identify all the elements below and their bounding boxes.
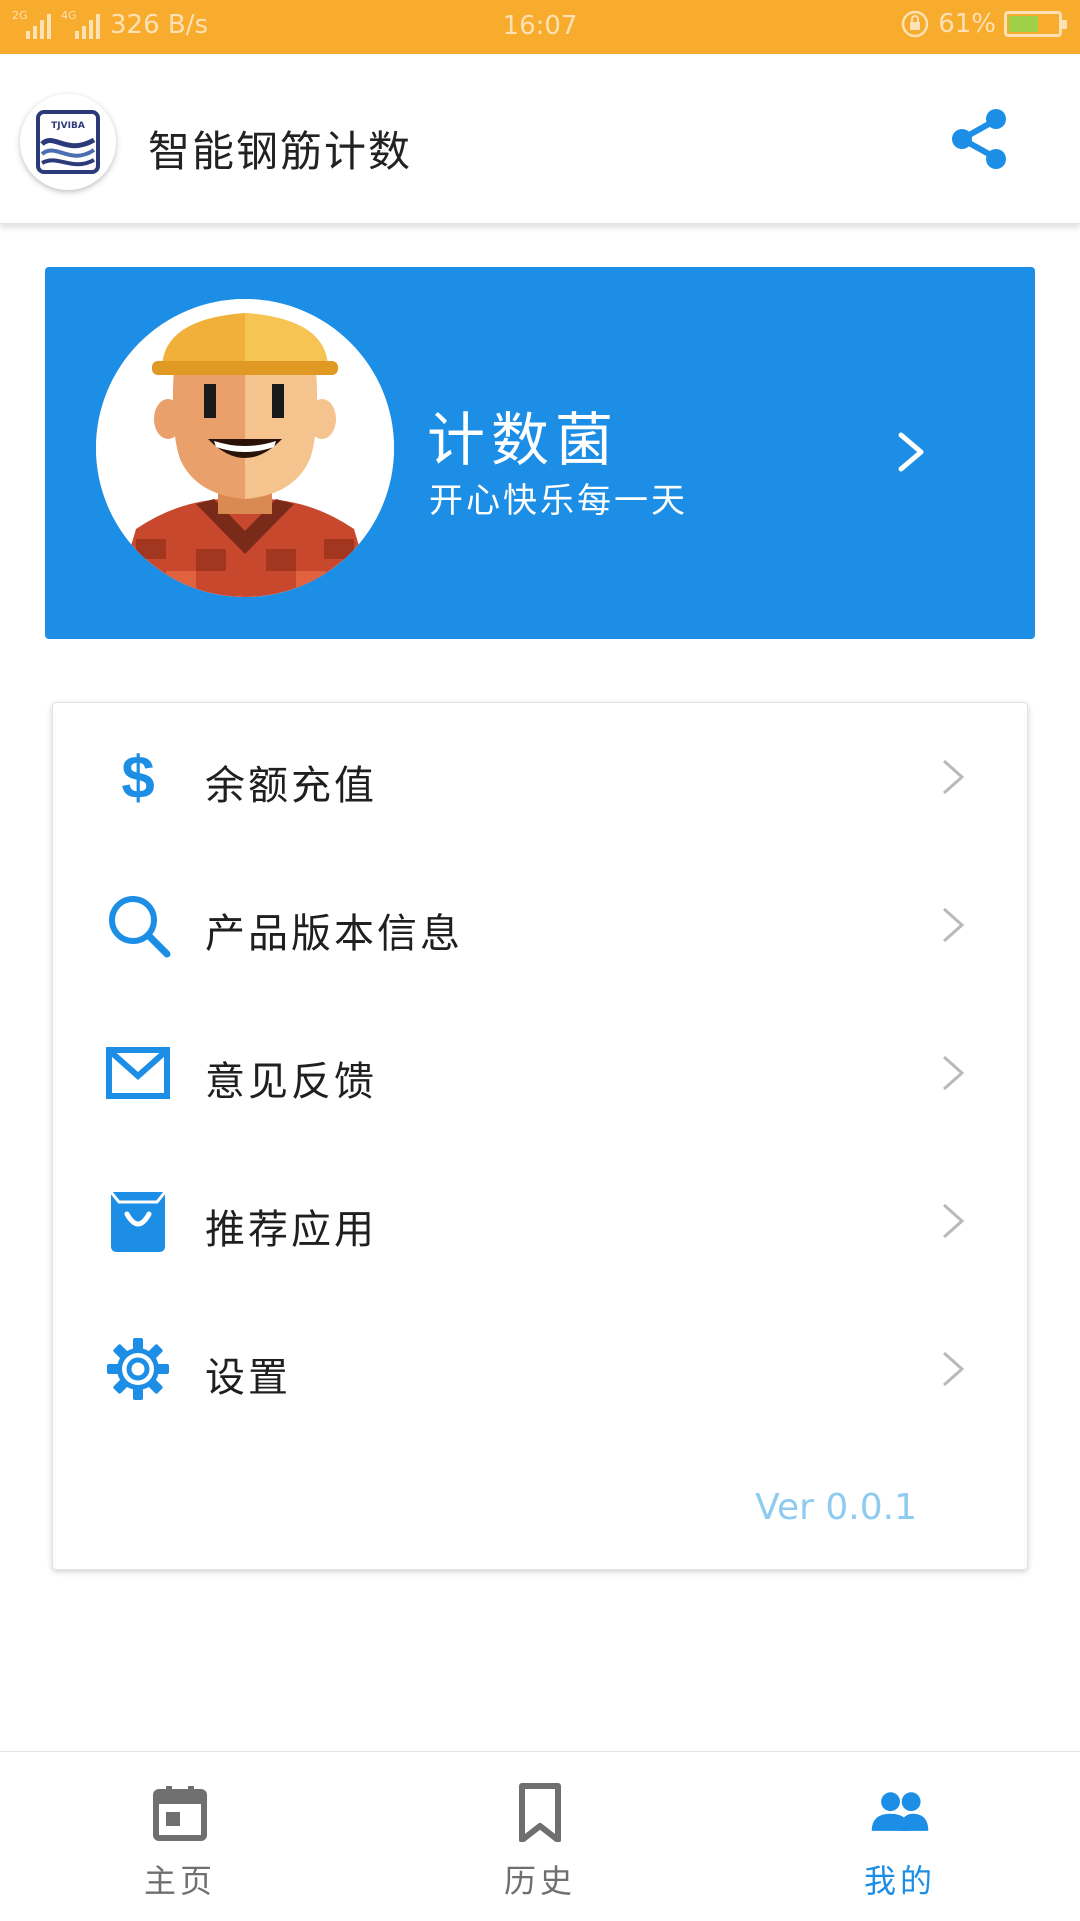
- status-bar: 2G 4G 326 B/s 16:07 61%: [0, 0, 1080, 54]
- nav-item-history[interactable]: 历史: [440, 1752, 640, 1921]
- gear-icon: [105, 1336, 171, 1402]
- menu-item-label: 产品版本信息: [205, 911, 463, 957]
- svg-text:$: $: [121, 744, 154, 810]
- menu-item-version-info[interactable]: 产品版本信息: [53, 851, 1027, 999]
- logo-waves-icon: TJVIBA: [36, 110, 100, 174]
- chevron-right-icon: [943, 1055, 965, 1091]
- status-right: 61%: [900, 9, 1067, 39]
- chevron-right-icon: [898, 432, 924, 472]
- shopping-bag-icon: [105, 1188, 171, 1254]
- bottom-nav: 主页 历史 我的: [0, 1751, 1080, 1920]
- profile-card[interactable]: 计数菌 开心快乐每一天: [45, 267, 1035, 639]
- menu-card: $ 余额充值 产品版本信息 意见反馈 推荐应用 设置 Ver 0.0.1: [52, 702, 1028, 1570]
- nav-label: 主页: [143, 1862, 216, 1900]
- menu-item-label: 设置: [205, 1355, 291, 1401]
- menu-item-recommended-apps[interactable]: 推荐应用: [53, 1147, 1027, 1295]
- menu-item-recharge[interactable]: $ 余额充值: [53, 703, 1027, 851]
- calendar-icon: [150, 1782, 210, 1842]
- nav-label: 历史: [503, 1862, 576, 1900]
- dollar-icon: $: [105, 744, 171, 810]
- app-logo: TJVIBA: [20, 94, 116, 190]
- version-label: Ver 0.0.1: [755, 1487, 917, 1528]
- nav-item-mine[interactable]: 我的: [800, 1752, 1000, 1921]
- battery-icon: [1004, 11, 1067, 37]
- share-button[interactable]: [944, 104, 1014, 174]
- people-icon: [870, 1782, 930, 1842]
- bookmark-icon: [510, 1782, 570, 1842]
- share-icon: [952, 109, 1006, 169]
- rotation-lock-icon: [901, 10, 929, 38]
- worker-avatar-icon: [96, 299, 394, 597]
- chevron-right-icon: [943, 907, 965, 943]
- app-bar: TJVIBA 智能钢筋计数: [0, 54, 1080, 224]
- battery-percent: 61%: [938, 9, 996, 39]
- app-title: 智能钢筋计数: [148, 127, 413, 176]
- chevron-right-icon: [943, 1351, 965, 1387]
- chevron-right-icon: [943, 759, 965, 795]
- menu-item-label: 推荐应用: [205, 1207, 377, 1253]
- menu-item-label: 余额充值: [205, 763, 377, 809]
- chevron-right-icon: [943, 1203, 965, 1239]
- logo-text: TJVIBA: [51, 121, 85, 131]
- search-icon: [105, 892, 171, 958]
- profile-motto: 开心快乐每一天: [429, 481, 688, 521]
- nav-label: 我的: [863, 1862, 936, 1900]
- menu-item-label: 意见反馈: [205, 1059, 377, 1105]
- mail-icon: [105, 1040, 171, 1106]
- menu-item-feedback[interactable]: 意见反馈: [53, 999, 1027, 1147]
- profile-name: 计数菌: [427, 406, 620, 474]
- battery-fill: [1009, 16, 1039, 32]
- menu-item-settings[interactable]: 设置: [53, 1295, 1027, 1443]
- avatar: [96, 299, 394, 597]
- nav-item-home[interactable]: 主页: [80, 1752, 280, 1921]
